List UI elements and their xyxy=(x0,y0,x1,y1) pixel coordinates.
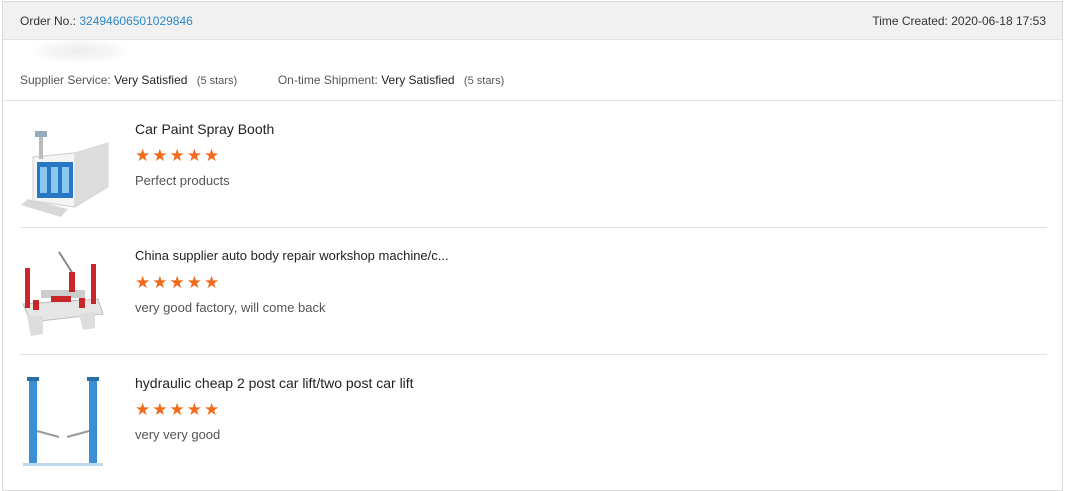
time-created: Time Created: 2020-06-18 17:53 xyxy=(872,14,1046,28)
star-icon: ★ xyxy=(169,400,185,419)
supplier-service-label: Supplier Service: xyxy=(20,73,111,87)
two-post-lift-image[interactable] xyxy=(13,371,113,471)
star-icon: ★ xyxy=(169,146,185,165)
star-icon: ★ xyxy=(135,146,151,165)
shipment-value: Very Satisfied xyxy=(381,73,455,87)
order-header: Order No.: 3249460650102984​6 Time Creat… xyxy=(3,2,1062,40)
star-icon: ★ xyxy=(169,273,185,292)
shipment-label: On-time Shipment: xyxy=(277,73,378,87)
item-star-rating: ★ ★ ★ ★ ★ xyxy=(135,274,219,291)
star-icon: ★ xyxy=(152,146,168,165)
time-created-label: Time Created: xyxy=(872,13,948,28)
order-review-card: Order No.: 3249460650102984​6 Time Creat… xyxy=(2,1,1063,491)
star-icon: ★ xyxy=(186,400,202,419)
star-icon: ★ xyxy=(152,273,168,292)
supplier-ratings: Supplier Service: Very Satisfied (5 star… xyxy=(20,73,504,87)
star-icon: ★ xyxy=(204,400,220,419)
item-star-rating: ★ ★ ★ ★ ★ xyxy=(135,147,219,164)
item-comment: very good factory, will come back xyxy=(135,300,326,315)
supplier-service-value: Very Satisfied xyxy=(114,73,188,87)
review-item: Car Paint Spray Booth ★ ★ ★ ★ ★ Perfect prod… xyxy=(3,101,1047,228)
star-icon: ★ xyxy=(186,146,202,165)
star-icon: ★ xyxy=(135,400,151,419)
shipment-stars: (5 stars) xyxy=(463,75,505,87)
star-icon: ★ xyxy=(204,273,220,292)
item-star-rating: ★ ★ ★ ★ ★ xyxy=(135,401,219,418)
item-title[interactable]: China supplier auto body repair workshop… xyxy=(135,248,449,263)
frame-machine-image[interactable] xyxy=(13,244,113,344)
order-number-link[interactable]: 3249460650102984​6 xyxy=(79,14,192,28)
item-comment: very very good xyxy=(135,427,221,442)
star-icon: ★ xyxy=(204,146,220,165)
blurred-supplier-name xyxy=(35,40,125,62)
star-icon: ★ xyxy=(152,400,168,419)
review-item: hydraulic cheap 2 post car lift/two post… xyxy=(3,355,1047,482)
item-comment: Perfect products xyxy=(135,173,230,188)
spray-booth-image[interactable] xyxy=(13,117,113,217)
review-item: China supplier auto body repair workshop… xyxy=(3,228,1047,355)
item-title[interactable]: hydraulic cheap 2 post car lift/two post… xyxy=(135,375,414,391)
order-number-label: Order No.: xyxy=(20,13,77,28)
star-icon: ★ xyxy=(186,273,202,292)
item-title[interactable]: Car Paint Spray Booth xyxy=(135,121,274,137)
time-created-value: 2020-06-18 17:53 xyxy=(951,13,1046,28)
supplier-service-stars: (5 stars) xyxy=(196,75,238,87)
order-number-row: Order No.: 3249460650102984​6 xyxy=(20,14,193,28)
star-icon: ★ xyxy=(135,273,151,292)
